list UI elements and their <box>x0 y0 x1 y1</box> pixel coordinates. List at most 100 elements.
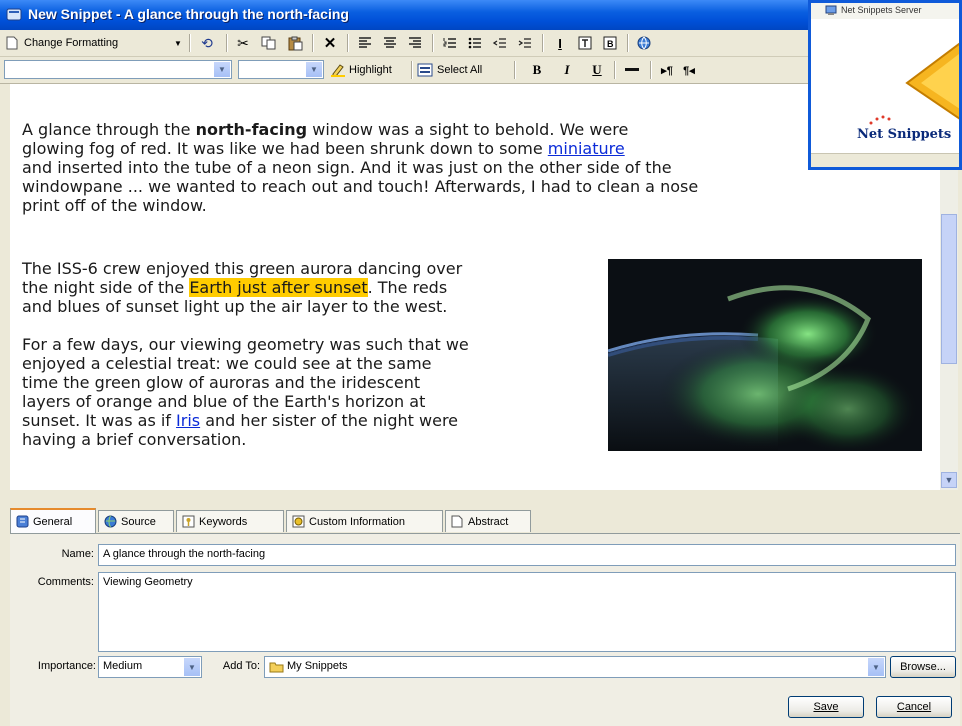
chevron-down-icon: ▼ <box>184 658 200 676</box>
insert-text-icon[interactable]: I <box>550 33 570 53</box>
cut-icon[interactable]: ✂ <box>233 33 253 53</box>
tab-keywords[interactable]: Keywords <box>176 510 284 532</box>
select-all-button[interactable]: Select All <box>417 60 497 80</box>
editor-line: glowing fog of red. It was like we had b… <box>22 139 625 158</box>
editor-line: the night side of the Earth just after s… <box>22 278 448 297</box>
toolbar-separator <box>226 34 228 52</box>
scroll-down-icon[interactable]: ▼ <box>941 472 957 488</box>
importance-select[interactable]: Medium ▼ <box>98 656 202 678</box>
server-icon <box>825 5 837 15</box>
importance-label: Importance: <box>37 660 96 672</box>
indent-icon[interactable] <box>515 33 535 53</box>
aurora-photo[interactable] <box>608 259 922 451</box>
browse-button[interactable]: Browse... <box>890 656 956 678</box>
chevron-down-icon: ▼ <box>306 62 322 77</box>
server-window[interactable]: Net Snippets Server Net Snippets <box>808 0 962 170</box>
editor-line: and inserted into the tube of a neon sig… <box>22 158 672 177</box>
folder-icon <box>269 662 284 673</box>
font-name-select[interactable]: ▼ <box>4 60 232 79</box>
toolbar-separator <box>542 34 544 52</box>
tab-source-label: Source <box>121 515 156 528</box>
editor-line: For a few days, our viewing geometry was… <box>22 335 469 354</box>
align-right-icon[interactable] <box>405 33 425 53</box>
underline-button[interactable]: U <box>588 60 606 80</box>
globe-icon <box>103 515 117 529</box>
snippet-app-icon <box>6 8 22 21</box>
server-brand-logo: Net Snippets <box>857 127 952 142</box>
add-to-label: Add To: <box>222 660 260 672</box>
editor-line: having a brief conversation. <box>22 430 247 449</box>
tab-abstract-label: Abstract <box>468 515 509 528</box>
highlight-button[interactable]: Highlight <box>330 60 406 80</box>
chevron-down-icon: ▼ <box>868 658 884 676</box>
horizontal-rule-icon[interactable] <box>622 60 642 80</box>
miniature-link[interactable]: miniature <box>548 139 625 158</box>
change-formatting-button[interactable]: Change Formatting <box>24 33 164 53</box>
server-window-header: Net Snippets Server <box>811 3 959 19</box>
custom-info-icon <box>291 515 305 529</box>
delete-icon[interactable]: ✕ <box>320 33 340 53</box>
toolbar-separator <box>189 34 191 52</box>
key-icon <box>181 515 195 529</box>
toolbar-separator <box>650 61 652 79</box>
tab-general[interactable]: General <box>10 508 96 533</box>
outdent-icon[interactable] <box>490 33 510 53</box>
select-all-icon <box>417 63 433 77</box>
cancel-button[interactable]: Cancel <box>876 696 952 718</box>
document-icon <box>450 515 464 529</box>
copy-icon[interactable] <box>259 33 279 53</box>
ltr-direction-icon[interactable]: ▸¶ <box>658 60 676 80</box>
tab-source[interactable]: Source <box>98 510 174 532</box>
comments-field[interactable]: Viewing Geometry <box>98 572 956 652</box>
server-window-title: Net Snippets Server <box>841 5 922 15</box>
name-label: Name: <box>61 548 94 560</box>
snippet-editor[interactable]: A glance through the north-facing window… <box>10 84 940 490</box>
editor-line: and blues of sunset light up the air lay… <box>22 297 448 316</box>
toolbar-separator <box>514 61 516 79</box>
server-status-strip <box>811 153 959 167</box>
editor-line: A glance through the north-facing window… <box>22 120 629 139</box>
window-title: New Snippet - A glance through the north… <box>28 6 349 22</box>
font-size-select[interactable]: ▼ <box>238 60 324 79</box>
importance-value: Medium <box>103 660 143 672</box>
align-center-icon[interactable] <box>380 33 400 53</box>
scrollbar-thumb[interactable] <box>941 214 957 364</box>
align-left-icon[interactable] <box>355 33 375 53</box>
highlighted-text: Earth just after sunset <box>189 278 368 297</box>
editor-line: sunset. It was as if Iris and her sister… <box>22 411 459 430</box>
chevron-down-icon: ▼ <box>214 62 230 77</box>
toolbar-separator <box>312 34 314 52</box>
numbered-list-icon[interactable] <box>440 33 460 53</box>
highlight-label: Highlight <box>349 64 392 76</box>
italic-button[interactable]: I <box>558 60 576 80</box>
highlighter-icon <box>331 64 345 77</box>
save-button[interactable]: Save <box>788 696 864 718</box>
tab-custom-information[interactable]: Custom Information <box>286 510 443 532</box>
rtl-direction-icon[interactable]: ¶◂ <box>680 60 698 80</box>
web-link-icon[interactable] <box>634 33 654 53</box>
text-box-icon[interactable] <box>575 33 595 53</box>
arrow-graphic-icon <box>905 42 959 120</box>
name-field[interactable]: A glance through the north-facing <box>98 544 956 566</box>
paste-icon[interactable] <box>285 33 305 53</box>
general-panel: Name: A glance through the north-facing … <box>10 533 960 726</box>
change-formatting-label: Change Formatting <box>24 37 119 49</box>
editor-line: windowpane ... we wanted to reach out an… <box>22 177 699 196</box>
bold-button[interactable]: B <box>528 60 546 80</box>
editor-line: The ISS-6 crew enjoyed this green aurora… <box>22 259 463 278</box>
bullet-list-icon[interactable] <box>465 33 485 53</box>
toolbar-separator <box>347 34 349 52</box>
undo-icon[interactable]: ⟲ <box>197 33 217 53</box>
editor-line: layers of orange and blue of the Earth's… <box>22 392 426 411</box>
toolbar-separator <box>614 61 616 79</box>
add-to-value: My Snippets <box>287 660 348 672</box>
iris-link[interactable]: Iris <box>176 411 200 430</box>
new-page-icon[interactable] <box>4 33 20 53</box>
tab-keywords-label: Keywords <box>199 515 248 528</box>
snippet-window: New Snippet - A glance through the north… <box>0 0 962 726</box>
general-icon <box>15 515 29 529</box>
chevron-down-icon[interactable]: ▼ <box>173 33 183 53</box>
tab-abstract[interactable]: Abstract <box>445 510 531 532</box>
add-to-select[interactable]: My Snippets ▼ <box>264 656 886 678</box>
button-field-icon[interactable]: B <box>600 33 620 53</box>
